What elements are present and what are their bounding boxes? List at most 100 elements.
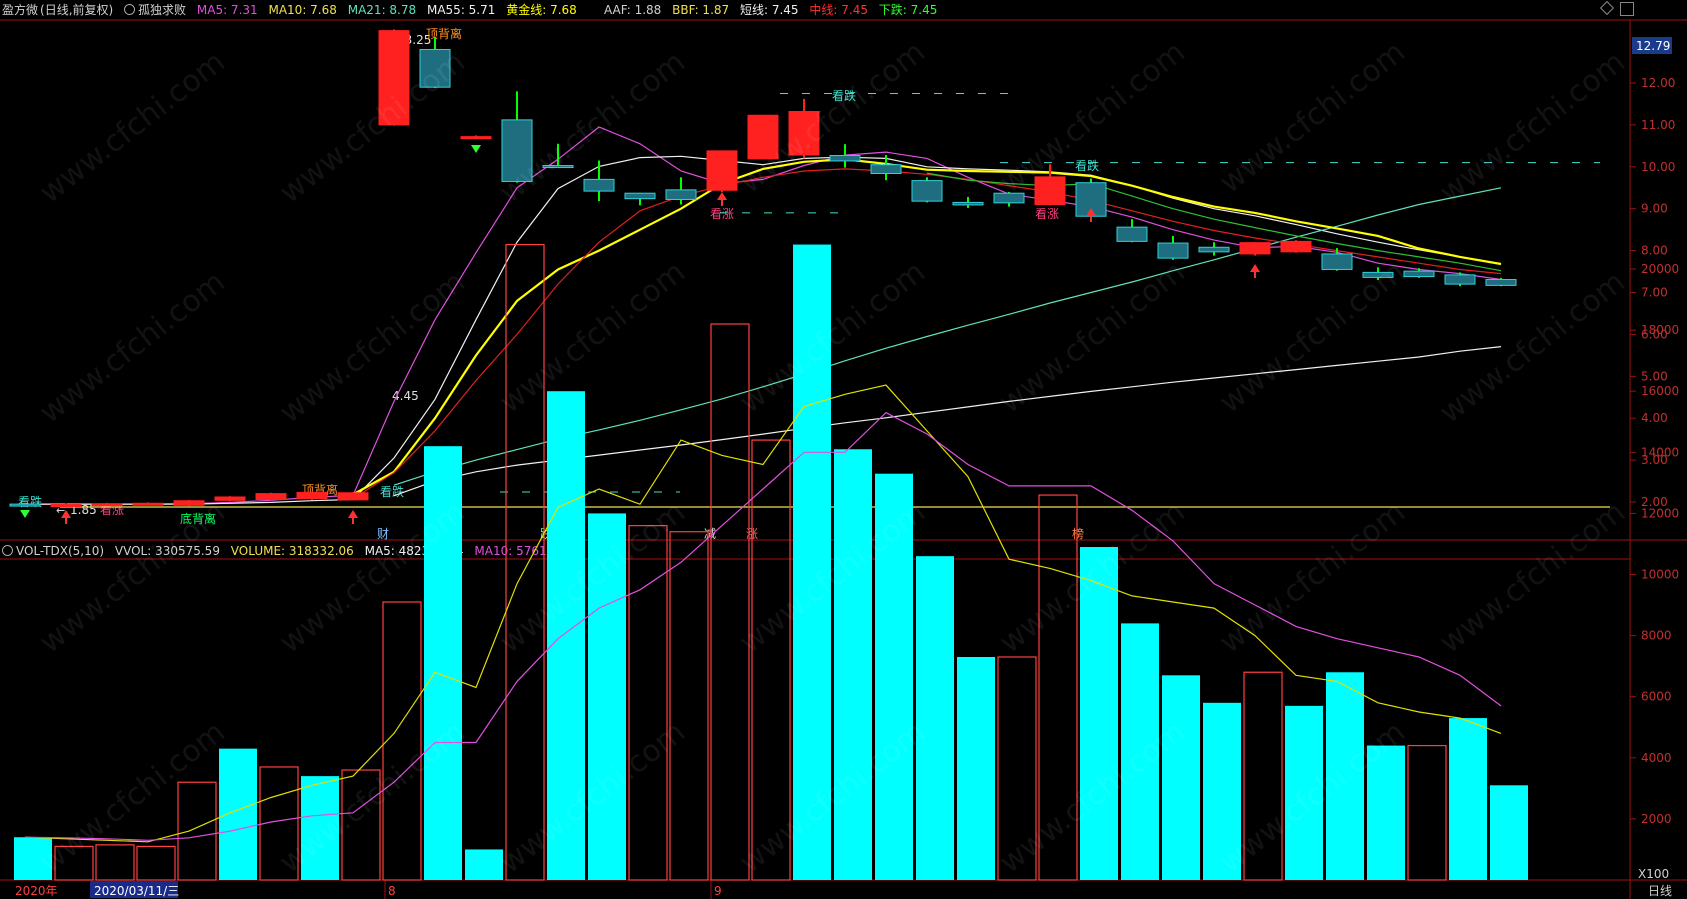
candle-body <box>9 503 41 507</box>
candle-body <box>132 502 164 506</box>
watch-up-label-2: 看涨 <box>710 206 734 221</box>
candle-body <box>296 491 328 500</box>
volume-bar <box>547 391 585 880</box>
candle-body <box>542 165 574 169</box>
volume-bar <box>793 244 831 880</box>
candle-body <box>255 493 287 500</box>
volume-bar <box>219 748 257 880</box>
stock-chart-window: 盈方微 (日线,前复权) 孤独求败 MA5: 7.31 MA10: 7.68 MA… <box>0 0 1687 899</box>
candle-body <box>952 201 984 206</box>
volume-bar <box>669 531 709 881</box>
year-label: 2020年 <box>15 884 58 898</box>
volume-tick-label: 10000 <box>1641 568 1679 582</box>
price-tick-label: 4.00 <box>1641 411 1668 425</box>
candle-body <box>665 189 697 200</box>
candle-body <box>870 164 902 175</box>
candle-body <box>911 180 943 202</box>
mid-price-label: 4.45 <box>392 389 419 403</box>
volume-bar <box>54 845 94 881</box>
candle-body <box>706 150 738 191</box>
volume-bar <box>424 446 462 880</box>
candle-body <box>1116 226 1148 242</box>
candle-body <box>419 48 451 88</box>
volume-bar <box>997 656 1037 881</box>
month-label-8: 8 <box>388 884 396 898</box>
price-line-MA5 <box>25 126 1502 505</box>
volume-bar <box>834 449 872 880</box>
period-label[interactable]: 日线 <box>1648 884 1672 898</box>
volume-bar <box>875 473 913 880</box>
chart-canvas[interactable]: 12.79 2020年 2020/03/11/三 8 9 X100 日线 13.… <box>0 0 1687 899</box>
price-line-MA10 <box>25 155 1502 505</box>
volume-bar <box>1203 702 1241 880</box>
watch-down-label-4: 看跌 <box>1075 158 1099 173</box>
candle-body <box>50 504 82 508</box>
volume-bar <box>1162 675 1200 880</box>
volume-bar <box>95 844 135 881</box>
month-label-9: 9 <box>714 884 722 898</box>
up-arrow-icon <box>1250 264 1260 272</box>
top-divergence-label-1: 顶背离 <box>426 26 462 41</box>
price-line-红线 <box>352 168 1502 500</box>
volume-bar <box>341 769 381 881</box>
volume-bar <box>1490 785 1528 880</box>
candle-body <box>747 114 779 160</box>
watch-down-label-1: 看跌 <box>18 494 42 509</box>
up-arrow-icon <box>717 192 727 200</box>
candle-body <box>1157 242 1189 259</box>
volume-bar <box>177 781 217 881</box>
event-marker-reduce[interactable]: 减 <box>704 527 716 541</box>
date-cursor-label[interactable]: 2020/03/11/三 <box>94 884 179 898</box>
candle-body <box>993 192 1025 204</box>
current-price-badge: 12.79 <box>1636 39 1670 53</box>
volume-bar <box>588 513 626 880</box>
volume-tick-label: 14000 <box>1641 445 1679 459</box>
candle-body <box>1198 246 1230 253</box>
volume-bar <box>1407 744 1447 881</box>
volume-bar <box>1367 745 1405 880</box>
candle-body <box>173 500 205 506</box>
event-marker-rank[interactable]: 榜 <box>1072 526 1084 541</box>
candle-body <box>337 492 369 501</box>
volume-tick-label: 20000 <box>1641 262 1679 276</box>
candle-body <box>1239 242 1271 255</box>
watch-down-label-2: 看跌 <box>380 484 404 499</box>
candle-body <box>1362 271 1394 278</box>
volume-tick-label: 6000 <box>1641 690 1672 704</box>
candle-body <box>501 119 533 182</box>
candle-body <box>1280 240 1312 253</box>
price-line-绿线 <box>926 172 1502 272</box>
down-arrow-icon <box>20 510 30 518</box>
price-tick-label: 12.00 <box>1641 76 1675 90</box>
candle-body <box>788 110 820 156</box>
volume-bar <box>14 837 52 880</box>
volume-tick-label: 12000 <box>1641 506 1679 520</box>
volume-bar <box>751 439 791 881</box>
volume-bar <box>301 776 339 880</box>
watch-up-label-3: 看涨 <box>1035 206 1059 221</box>
candle-body <box>91 503 123 507</box>
volume-bar <box>628 525 668 881</box>
volume-scale-label: X100 <box>1638 867 1669 881</box>
volume-tick-label: 18000 <box>1641 323 1679 337</box>
price-tick-label: 5.00 <box>1641 369 1668 383</box>
price-tick-label: 10.00 <box>1641 160 1675 174</box>
candle-body <box>624 192 656 200</box>
volume-bar <box>1449 718 1487 880</box>
event-marker-finance[interactable]: 财 <box>377 527 389 541</box>
volume-bar <box>1326 672 1364 880</box>
price-line-黄金线 <box>352 158 1502 496</box>
volume-bar <box>382 601 422 881</box>
price-tick-label: 11.00 <box>1641 118 1675 132</box>
bottom-divergence-label: 底背离 <box>180 511 216 526</box>
price-tick-label: 8.00 <box>1641 244 1668 258</box>
candle-body <box>1485 279 1517 286</box>
watch-down-label-3: 看跌 <box>832 88 856 103</box>
candle-body <box>1403 270 1435 278</box>
volume-bar <box>1243 671 1283 881</box>
volume-bar <box>136 845 176 881</box>
volume-bar <box>957 656 995 880</box>
price-tick-label: 7.00 <box>1641 286 1668 300</box>
volume-bar <box>916 556 954 880</box>
volume-tick-label: 8000 <box>1641 629 1672 643</box>
